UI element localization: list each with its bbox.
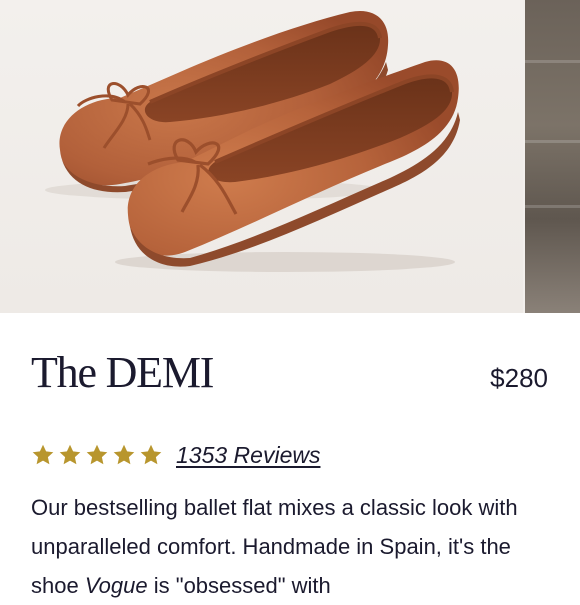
star-icon bbox=[59, 444, 81, 465]
reviews-link[interactable]: 1353 Reviews bbox=[176, 441, 320, 469]
star-rating bbox=[31, 443, 163, 467]
star-icon bbox=[113, 444, 135, 465]
product-description: Our bestselling ballet flat mixes a clas… bbox=[31, 488, 561, 605]
product-image-slide[interactable] bbox=[0, 0, 523, 313]
product-price: $280 bbox=[490, 363, 548, 393]
vogue-mention: Vogue bbox=[84, 573, 148, 598]
star-icon bbox=[86, 444, 108, 465]
next-product-image-slide[interactable] bbox=[525, 0, 580, 313]
stair-detail bbox=[525, 60, 580, 63]
star-icon bbox=[140, 444, 162, 465]
description-line-3-start: shoe bbox=[31, 573, 85, 598]
product-image-carousel[interactable] bbox=[0, 0, 580, 313]
product-rating[interactable]: 1353 Reviews bbox=[31, 441, 320, 469]
description-line-1: Our bestselling ballet flat mixes a clas… bbox=[31, 495, 518, 520]
product-title: The DEMI bbox=[31, 348, 214, 397]
stair-detail bbox=[525, 140, 580, 143]
stair-detail bbox=[525, 205, 580, 208]
description-line-3-end: is "obsessed" with bbox=[147, 573, 331, 598]
star-icon bbox=[32, 444, 54, 465]
description-line-2: unparalleled comfort. Handmade in Spain,… bbox=[31, 534, 511, 559]
ballet-flats-image bbox=[45, 10, 460, 272]
